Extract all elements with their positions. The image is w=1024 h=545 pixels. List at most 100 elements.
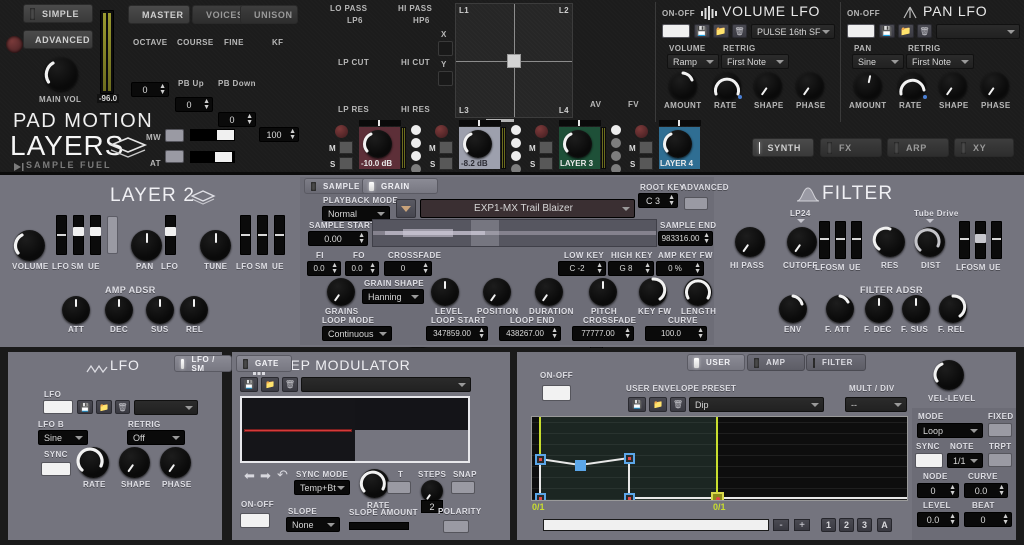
envelope-onoff-pad[interactable] bbox=[542, 385, 571, 401]
amp-sus-knob[interactable] bbox=[146, 296, 174, 324]
course-field[interactable]: 0 ▲ ▼ bbox=[175, 97, 213, 112]
mw-enable-pad[interactable] bbox=[165, 129, 184, 142]
volume-lfo-preset-dropdown[interactable]: PULSE 16th SF bbox=[751, 24, 835, 39]
dist-sm-slider[interactable] bbox=[975, 221, 986, 259]
slot-button-1[interactable]: 1 bbox=[821, 518, 836, 532]
step-undo-icon[interactable]: ↶ bbox=[277, 467, 288, 483]
view-mode-simple[interactable]: SIMPLE bbox=[23, 4, 93, 23]
octave-field[interactable]: 0 ▲ ▼ bbox=[131, 82, 169, 97]
filter-env-knob[interactable] bbox=[779, 294, 807, 323]
slot-button-2[interactable]: 2 bbox=[839, 518, 854, 532]
fine-field[interactable]: 0 ▲ ▼ bbox=[218, 112, 256, 127]
filter-res-knob[interactable] bbox=[872, 226, 905, 257]
sample-name-dropdown[interactable]: EXP1-MX Trail Blaizer bbox=[420, 199, 635, 218]
layer-gain-slider[interactable] bbox=[107, 216, 118, 254]
lfo-preset-dropdown[interactable] bbox=[134, 400, 198, 415]
snap-pad[interactable] bbox=[451, 481, 475, 494]
tune-lfo-slider[interactable] bbox=[240, 215, 251, 255]
filter-rel-knob[interactable] bbox=[939, 294, 967, 323]
power-led[interactable] bbox=[6, 36, 23, 53]
lfo-enable-pad[interactable] bbox=[43, 400, 73, 414]
loop-start-field[interactable]: 347859.00 ▲ ▼ bbox=[426, 326, 488, 341]
layer-tune-knob[interactable] bbox=[200, 230, 231, 261]
grains-knob[interactable] bbox=[327, 278, 355, 306]
layer-send-dots[interactable] bbox=[511, 125, 521, 174]
filter-att-knob[interactable] bbox=[826, 294, 854, 323]
envelope-delete-icon[interactable]: 🗑 bbox=[670, 397, 686, 412]
pan-lfo-phase-knob[interactable] bbox=[981, 72, 1009, 100]
grain-position-knob[interactable] bbox=[483, 278, 511, 306]
solo-button[interactable] bbox=[639, 157, 653, 170]
layer-volume-knob[interactable] bbox=[363, 130, 392, 158]
xy-pad[interactable]: L1 L2 L3 L4 bbox=[455, 3, 573, 118]
filter-hipass-knob[interactable] bbox=[735, 227, 765, 257]
envelope-preset-dropdown[interactable]: Dip bbox=[689, 397, 824, 412]
volume-lfo-onoff-pad[interactable] bbox=[662, 24, 690, 38]
step-mod-open-icon[interactable]: 📁 bbox=[261, 377, 279, 392]
tune-ue-slider[interactable] bbox=[274, 215, 285, 255]
layer-volume-knob[interactable] bbox=[663, 130, 692, 158]
amp-dec-knob[interactable] bbox=[105, 296, 133, 324]
lfo-open-icon[interactable]: 📁 bbox=[96, 400, 112, 414]
root-key-field[interactable]: C 3 ▲ ▼ bbox=[638, 193, 678, 208]
envelope-graph[interactable] bbox=[531, 416, 908, 501]
filter-dist-knob[interactable] bbox=[914, 227, 945, 257]
cutoff-ue-slider[interactable] bbox=[851, 221, 862, 259]
dist-lfo-slider[interactable] bbox=[959, 221, 970, 259]
at-amount-slider[interactable] bbox=[190, 151, 235, 163]
zoom-out-button[interactable]: - bbox=[773, 519, 789, 531]
layer-send-dots[interactable] bbox=[611, 125, 621, 174]
pan-lfo-delete-icon[interactable]: 🗑 bbox=[917, 24, 932, 38]
mute-button[interactable] bbox=[339, 141, 353, 154]
advanced-toggle[interactable] bbox=[684, 197, 708, 210]
lfo-phase-knob[interactable] bbox=[160, 447, 191, 478]
step-mod-preset-dropdown[interactable] bbox=[301, 377, 471, 392]
lfo-shape-knob[interactable] bbox=[119, 447, 150, 478]
low-key-field[interactable]: C -2 ▲ ▼ bbox=[558, 261, 606, 276]
sync-mode-dropdown[interactable]: Temp+Bt bbox=[294, 480, 350, 495]
lfo-save-icon[interactable]: 💾 bbox=[77, 400, 93, 414]
waveform-display[interactable] bbox=[372, 219, 657, 247]
cutoff-mode-chevron-icon[interactable] bbox=[797, 219, 805, 223]
volume-lfo-amount-knob[interactable] bbox=[669, 71, 697, 100]
layer-send-dots[interactable] bbox=[411, 125, 421, 174]
tab-env-amp[interactable]: AMP bbox=[747, 354, 805, 371]
step-onoff-pad[interactable] bbox=[240, 513, 270, 528]
xy-handle[interactable] bbox=[507, 53, 521, 68]
pan-lfo-amount-knob[interactable] bbox=[854, 72, 882, 100]
zoom-in-button[interactable]: + bbox=[794, 519, 810, 531]
mw-amount-slider[interactable] bbox=[190, 129, 235, 141]
layer-pan-knob[interactable] bbox=[131, 230, 162, 261]
layer-power-led[interactable] bbox=[335, 125, 348, 138]
nav-tab-synth[interactable]: SYNTH bbox=[752, 138, 814, 157]
step-grid[interactable] bbox=[240, 396, 470, 463]
grain-keyfw-knob[interactable] bbox=[639, 277, 667, 306]
env-beat-field[interactable]: 0 ▲ ▼ bbox=[964, 512, 1012, 527]
dist-ue-slider[interactable] bbox=[991, 221, 1002, 259]
loop-crossfade-field[interactable]: 77777.00 ▲ ▼ bbox=[572, 326, 634, 341]
pan-lfo-retrig-dropdown[interactable]: First Note bbox=[906, 54, 974, 69]
volume-lfo-rate-knob[interactable] bbox=[713, 72, 742, 100]
loop-end-field[interactable]: 438267.00 ▲ ▼ bbox=[499, 326, 561, 341]
view-mode-advanced[interactable]: ADVANCED bbox=[23, 30, 93, 49]
mute-button[interactable] bbox=[439, 141, 453, 154]
lfo-delete-icon[interactable]: 🗑 bbox=[115, 400, 130, 414]
hi-pass-mode[interactable]: HP6 bbox=[413, 16, 430, 25]
volume-lfo-shape-knob[interactable] bbox=[754, 72, 782, 100]
solo-button[interactable] bbox=[439, 157, 453, 170]
step-bar[interactable] bbox=[355, 429, 468, 461]
filter-dist-mode[interactable]: Tube Drive bbox=[914, 209, 959, 218]
main-vol-knob[interactable] bbox=[44, 57, 78, 91]
fo-field[interactable]: 0.0 ▲ ▼ bbox=[345, 261, 379, 276]
pan-lfo-rate-knob[interactable] bbox=[898, 72, 927, 100]
grain-level-knob[interactable] bbox=[431, 278, 459, 306]
tab-unison[interactable]: UNISON bbox=[240, 5, 298, 24]
xy-x-toggle[interactable] bbox=[438, 41, 453, 56]
mute-button[interactable] bbox=[539, 141, 553, 154]
layer-power-led[interactable] bbox=[635, 125, 648, 138]
envelope-node[interactable] bbox=[624, 493, 635, 500]
filter-cutoff-mode[interactable]: LP24 bbox=[790, 209, 811, 218]
sample-browse-icon[interactable] bbox=[396, 199, 416, 218]
polarity-pad[interactable] bbox=[443, 520, 469, 533]
env-fixed-pad[interactable] bbox=[988, 423, 1012, 437]
